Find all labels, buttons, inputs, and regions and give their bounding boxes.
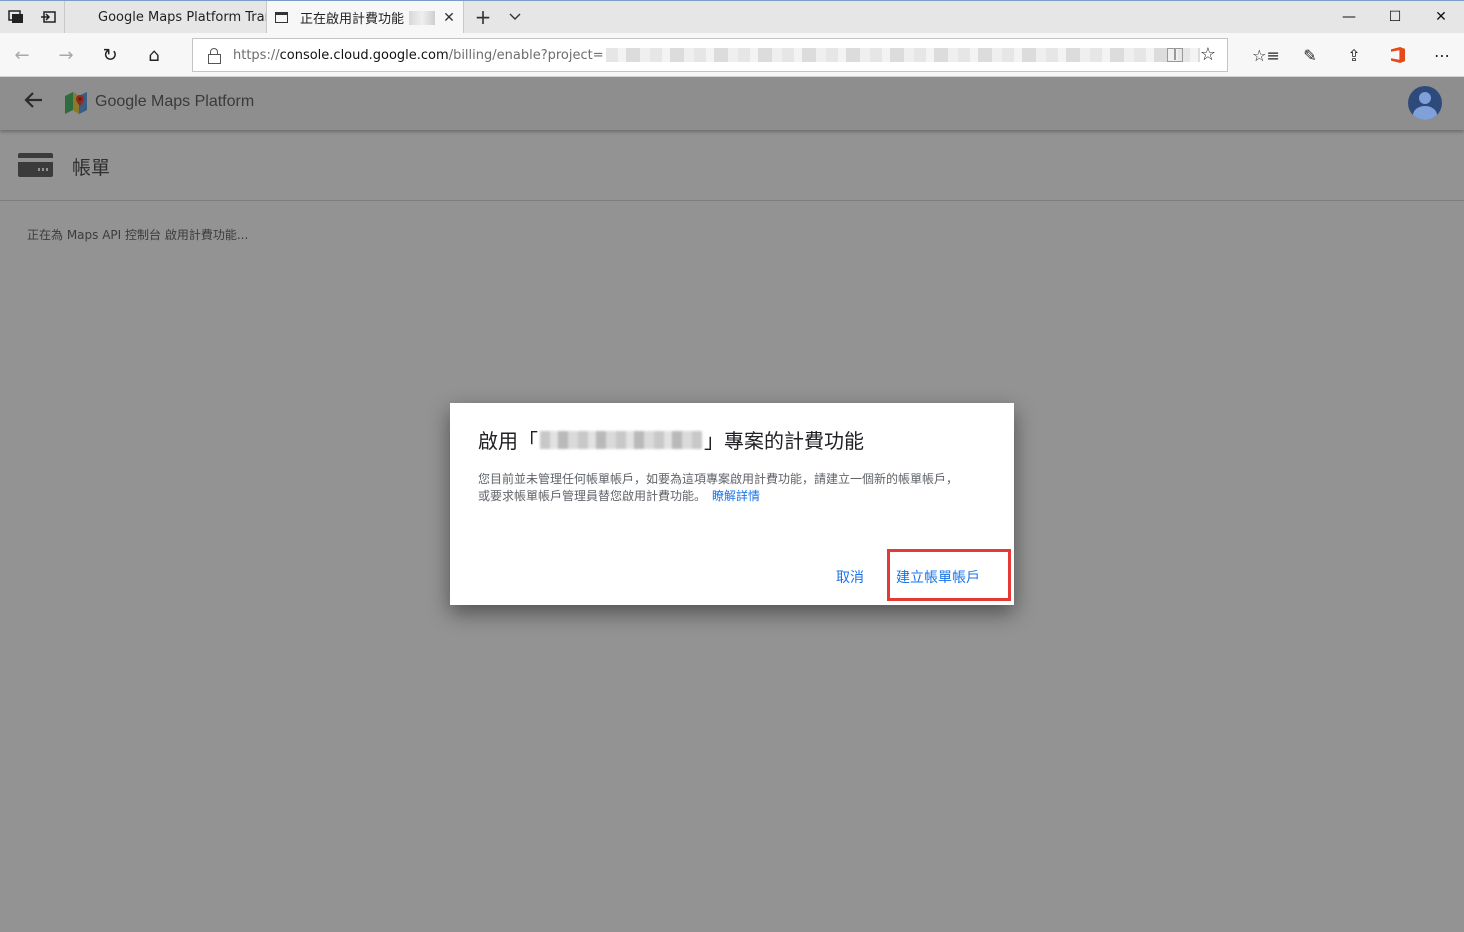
url-text: https://console.cloud.google.com/billing… — [233, 47, 604, 63]
favorite-star-icon[interactable]: ☆ — [1193, 39, 1223, 71]
office-extension-icon[interactable] — [1376, 33, 1420, 77]
close-tab-icon[interactable]: ✕ — [439, 10, 459, 26]
maximize-icon[interactable]: ☐ — [1372, 1, 1418, 33]
redacted-text — [409, 10, 435, 25]
enabling-status-text: 正在為 Maps API 控制台 啟用計費功能... — [27, 228, 249, 242]
new-tab-icon[interactable]: + — [472, 1, 494, 33]
tab-title: 正在啟用計費功能 - — [300, 12, 405, 27]
address-bar[interactable]: https://console.cloud.google.com/billing… — [192, 38, 1228, 72]
share-icon[interactable]: ⇪ — [1332, 33, 1376, 77]
favorites-list-icon[interactable]: ☆≡ — [1244, 33, 1288, 77]
refresh-icon[interactable]: ↻ — [88, 33, 132, 77]
enable-billing-dialog: 啟用「 」專案的計費功能 您目前並未管理任何帳單帳戶，如要為這項專案啟用計費功能，… — [450, 403, 1014, 605]
browser-toolbar: ← → ↻ ⌂ https://console.cloud.google.com… — [0, 33, 1464, 77]
redacted-project-name — [540, 430, 702, 449]
dialog-body: 您目前並未管理任何帳單帳戶，如要為這項專案啟用計費功能，請建立一個新的帳單帳戶，… — [478, 472, 959, 503]
reading-view-icon[interactable] — [1167, 48, 1183, 62]
tab-actions-icon[interactable] — [0, 1, 32, 33]
close-window-icon[interactable]: ✕ — [1418, 1, 1464, 33]
tab-bar: Google Maps Platform Tran 正在啟用計費功能 - ✕ +… — [0, 0, 1464, 34]
google-maps-logo-icon — [65, 92, 87, 114]
dialog-title: 啟用「 」專案的計費功能 — [478, 429, 864, 453]
create-billing-account-button[interactable]: 建立帳單帳戶 — [894, 565, 982, 589]
more-icon[interactable]: ⋯ — [1420, 33, 1464, 77]
app-header: Google Maps Platform — [0, 78, 1464, 130]
cancel-button[interactable]: 取消 — [832, 565, 868, 589]
set-aside-tabs-icon[interactable] — [32, 1, 64, 33]
brand-name: Google Maps Platform — [95, 93, 255, 110]
billing-section-header: 帳單 — [0, 131, 1464, 201]
home-icon[interactable]: ⌂ — [132, 33, 176, 77]
lock-icon — [207, 48, 221, 64]
chevron-down-icon[interactable] — [504, 1, 526, 33]
back-icon[interactable]: ← — [0, 33, 44, 77]
redacted-url — [605, 48, 1200, 62]
page-title: 帳單 — [72, 157, 111, 179]
minimize-icon[interactable]: — — [1326, 1, 1372, 33]
credit-card-icon — [18, 153, 53, 177]
tab-google-maps-platform[interactable]: Google Maps Platform Tran — [64, 1, 266, 34]
avatar[interactable] — [1408, 86, 1442, 120]
learn-more-link[interactable]: 瞭解詳情 — [712, 489, 760, 503]
page-icon — [275, 12, 288, 23]
tab-title: Google Maps Platform Tran — [98, 10, 266, 25]
back-arrow-icon[interactable] — [22, 88, 50, 118]
notes-pen-icon[interactable]: ✎ — [1288, 33, 1332, 77]
forward-icon[interactable]: → — [44, 33, 88, 77]
tab-enabling-billing[interactable]: 正在啟用計費功能 - ✕ — [266, 1, 464, 34]
